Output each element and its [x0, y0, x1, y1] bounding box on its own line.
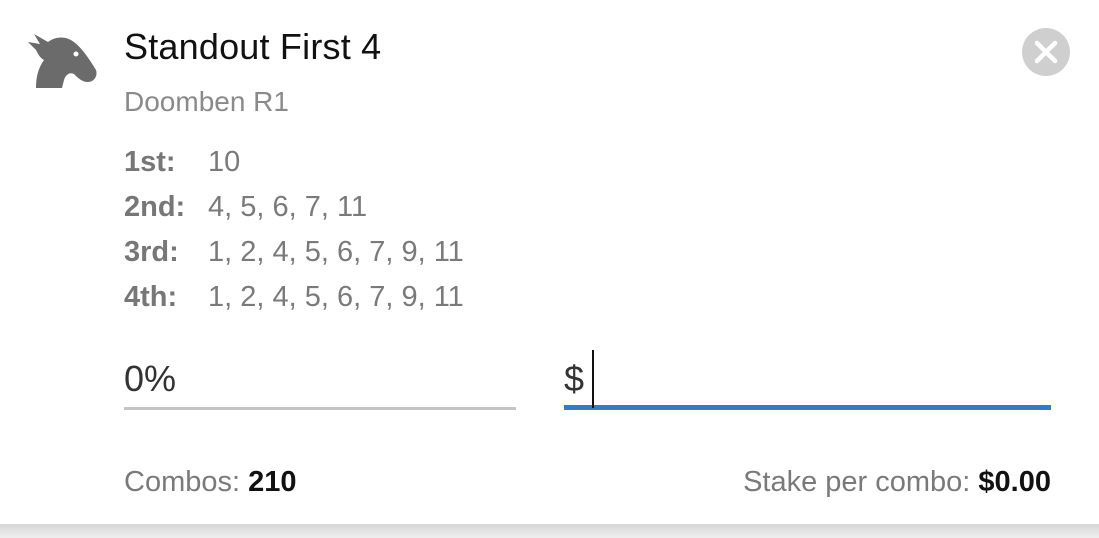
- combos-label: Combos:: [124, 466, 249, 498]
- race-name: Doomben R1: [124, 86, 289, 117]
- stake-field[interactable]: $: [564, 350, 1051, 410]
- leg-runners: 1, 2, 4, 5, 6, 7, 9, 11: [208, 236, 464, 268]
- combos-value: 210: [248, 466, 297, 498]
- percentage-input[interactable]: 0%: [124, 358, 176, 400]
- bet-card: Standout First 4 Doomben R1 1st: 10 2nd:…: [0, 0, 1099, 524]
- leg-runners: 4, 5, 6, 7, 11: [208, 191, 368, 223]
- close-icon: [1034, 40, 1058, 64]
- stake-currency-prefix: $: [564, 358, 585, 399]
- leg-label: 1st:: [124, 146, 176, 178]
- stake-per-combo-label: Stake per combo:: [743, 466, 979, 498]
- selections-list: 1st: 10 2nd: 4, 5, 6, 7, 11 3rd: 1, 2, 4…: [124, 146, 464, 326]
- percentage-field[interactable]: 0%: [124, 350, 516, 410]
- leg-label: 4th:: [124, 281, 178, 313]
- combos-summary: Combos: 210: [124, 466, 297, 499]
- text-cursor: [592, 350, 594, 408]
- leg-label: 3rd:: [124, 236, 179, 268]
- card-shadow: [0, 524, 1099, 538]
- leg-row-2nd: 2nd: 4, 5, 6, 7, 11: [124, 191, 464, 236]
- leg-runners: 10: [208, 146, 241, 178]
- leg-row-4th: 4th: 1, 2, 4, 5, 6, 7, 9, 11: [124, 281, 464, 326]
- close-button[interactable]: [1022, 28, 1070, 76]
- leg-row-3rd: 3rd: 1, 2, 4, 5, 6, 7, 9, 11: [124, 236, 464, 281]
- leg-row-1st: 1st: 10: [124, 146, 464, 191]
- leg-runners: 1, 2, 4, 5, 6, 7, 9, 11: [208, 281, 464, 313]
- leg-label: 2nd:: [124, 191, 186, 223]
- horse-head-icon: [28, 34, 97, 88]
- stake-per-combo-summary: Stake per combo: $0.00: [743, 466, 1051, 499]
- bet-title: Standout First 4: [124, 26, 382, 67]
- stake-per-combo-value: $0.00: [978, 466, 1051, 498]
